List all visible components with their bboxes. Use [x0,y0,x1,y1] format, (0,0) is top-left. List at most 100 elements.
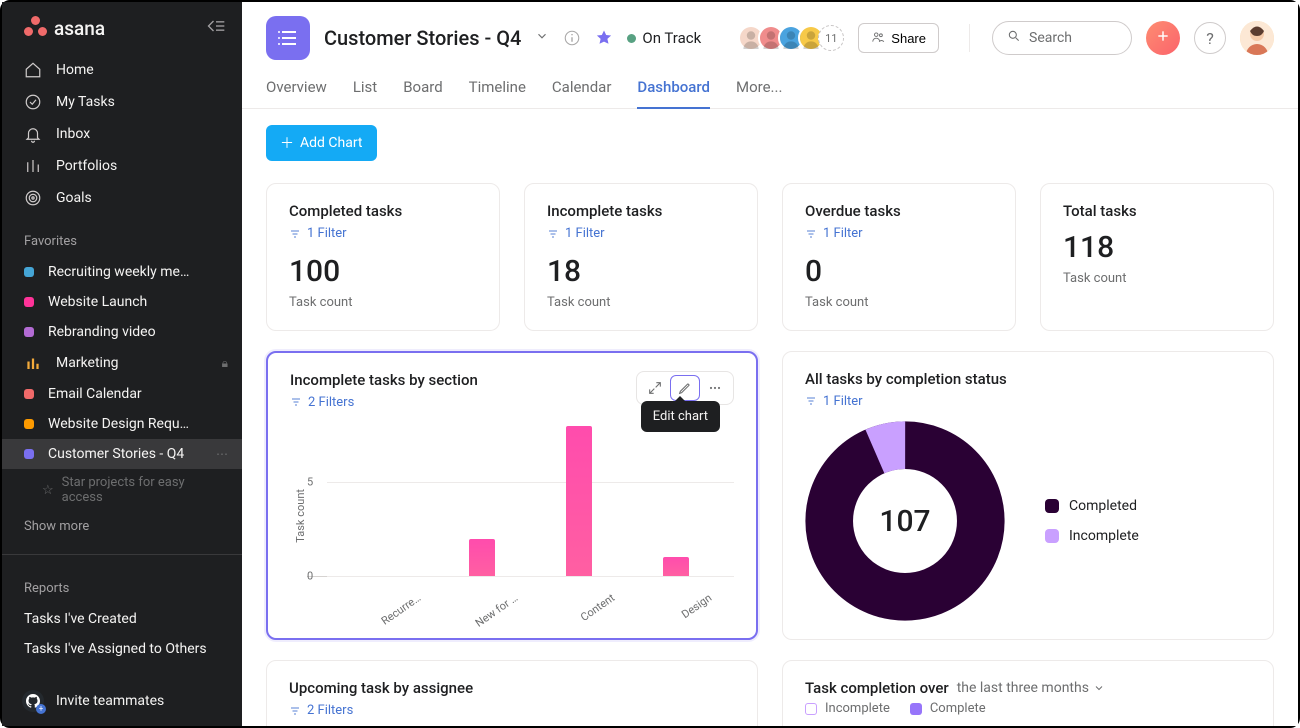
chevron-down-icon[interactable] [535,29,549,47]
plus-icon [1155,28,1171,48]
member-overflow[interactable]: 11 [818,25,844,51]
stat-card: Overdue tasks 1 Filter 0 Task count [782,183,1016,331]
completion-over-time-card: Task completion over the last three mont… [782,660,1274,726]
nav-label: My Tasks [56,94,115,110]
nav-label: Home [56,62,94,78]
sidebar-item-my-tasks[interactable]: My Tasks [2,86,242,118]
expand-chart-icon[interactable] [640,375,670,401]
sidebar: asana Home My Tasks Inbox Portfolios [2,2,242,726]
sidebar-project-item[interactable]: Website Launch [2,287,242,317]
tab-more[interactable]: More... [736,72,782,108]
nav-label: Portfolios [56,158,117,174]
donut-chart: 107 [805,421,1005,621]
stats-row: Completed tasks 1 Filter 100 Task count Inco… [266,183,1274,331]
bar [469,539,495,577]
nav-label: Inbox [56,126,90,142]
bars-icon [24,354,42,372]
legend-item: Incomplete [805,701,890,716]
filter-pill[interactable]: 1 Filter [805,226,863,241]
stat-title: Overdue tasks [805,202,993,220]
filter-pill[interactable]: 1 Filter [289,226,347,241]
chart-title: All tasks by completion status [805,370,1251,388]
brand-text: asana [54,17,105,40]
sidebar-project-item[interactable]: Email Calendar [2,379,242,409]
search-icon [1007,29,1021,47]
sidebar-project-item[interactable]: Rebranding video [2,317,242,347]
project-label: Customer Stories - Q4 [48,446,184,462]
report-link-created[interactable]: Tasks I've Created [2,604,242,634]
sidebar-project-item[interactable]: Marketing🔒︎ [2,347,242,379]
chart-title: Incomplete tasks by section [290,371,478,389]
time-range-select[interactable]: the last three months [957,680,1105,696]
project-tabs: Overview List Board Timeline Calendar Dashboa… [266,60,1274,108]
project-color-dot [24,389,34,399]
reports-heading: Reports [2,565,242,604]
bar [663,557,689,576]
create-button[interactable] [1146,21,1180,55]
status-chip[interactable]: On Track [627,29,701,47]
sidebar-project-item[interactable]: Customer Stories - Q4 ⋯ [2,439,242,469]
invite-teammates[interactable]: + Invite teammates [2,675,242,726]
completion-status-card: All tasks by completion status 1 Filter … [782,351,1274,641]
help-button[interactable]: ? [1194,22,1226,54]
tab-list[interactable]: List [353,72,377,108]
tab-dashboard[interactable]: Dashboard [637,72,710,108]
sidebar-item-portfolios[interactable]: Portfolios [2,150,242,182]
more-icon[interactable]: ⋯ [216,447,228,461]
star-filled-icon[interactable] [595,29,613,47]
collapse-sidebar-icon[interactable] [206,18,226,38]
sidebar-item-goals[interactable]: Goals [2,182,242,214]
bar [566,426,592,576]
info-icon[interactable] [563,29,581,47]
filter-pill[interactable]: 2 Filters [289,703,353,718]
github-avatar-icon: + [22,690,44,712]
project-label: Website Launch [48,294,147,310]
member-avatars[interactable]: 11 [738,25,844,51]
stat-value: 0 [805,254,993,289]
stat-card: Total tasks118Task count [1040,183,1274,331]
filter-pill[interactable]: 1 Filter [547,226,605,241]
project-color-dot [24,297,34,307]
stat-value: 100 [289,254,477,289]
stat-sub: Task count [805,295,993,310]
check-circle-icon [24,93,42,111]
search-input[interactable]: Search [992,21,1132,55]
stat-title: Total tasks [1063,202,1251,220]
tab-overview[interactable]: Overview [266,72,327,108]
stat-title: Incomplete tasks [547,202,735,220]
search-placeholder: Search [1029,30,1072,46]
sidebar-project-item[interactable]: Website Design Requ… [2,409,242,439]
sidebar-item-home[interactable]: Home [2,54,242,86]
asana-logo[interactable]: asana [24,16,105,40]
share-button[interactable]: Share [858,23,939,53]
chart-title: Upcoming task by assignee [289,679,735,697]
project-label: Rebranding video [48,324,156,340]
tab-board[interactable]: Board [403,72,442,108]
stat-title: Completed tasks [289,202,477,220]
project-color-dot [24,419,34,429]
stat-sub: Task count [547,295,735,310]
stat-card: Incomplete tasks1 Filter18Task count [524,183,758,331]
project-title: Customer Stories - Q4 [324,26,521,50]
tab-timeline[interactable]: Timeline [469,72,526,108]
show-more[interactable]: Show more [2,509,242,544]
sidebar-item-inbox[interactable]: Inbox [2,118,242,150]
plus-icon: ＋ [280,133,294,153]
upcoming-by-assignee-card: Upcoming task by assignee 2 Filters [266,660,758,726]
y-axis-label: Task count [290,489,307,543]
asana-dots-icon [24,16,48,40]
nav-label: Goals [56,190,92,206]
legend-item: Completed [1045,498,1139,514]
stat-sub: Task count [289,295,477,310]
filter-pill[interactable]: 1 Filter [805,394,863,409]
filter-pill[interactable]: 2 Filters [290,395,354,410]
incomplete-by-section-card: Incomplete tasks by section 2 Filters [266,351,758,641]
sidebar-project-item[interactable]: Recruiting weekly me… [2,257,242,287]
add-chart-button[interactable]: ＋ Add Chart [266,125,377,161]
report-link-assigned[interactable]: Tasks I've Assigned to Others [2,634,242,664]
project-color-dot [24,327,34,337]
more-chart-icon[interactable] [700,375,730,401]
stat-sub: Task count [1063,271,1251,286]
current-user-avatar[interactable] [1240,21,1274,55]
tab-calendar[interactable]: Calendar [552,72,612,108]
